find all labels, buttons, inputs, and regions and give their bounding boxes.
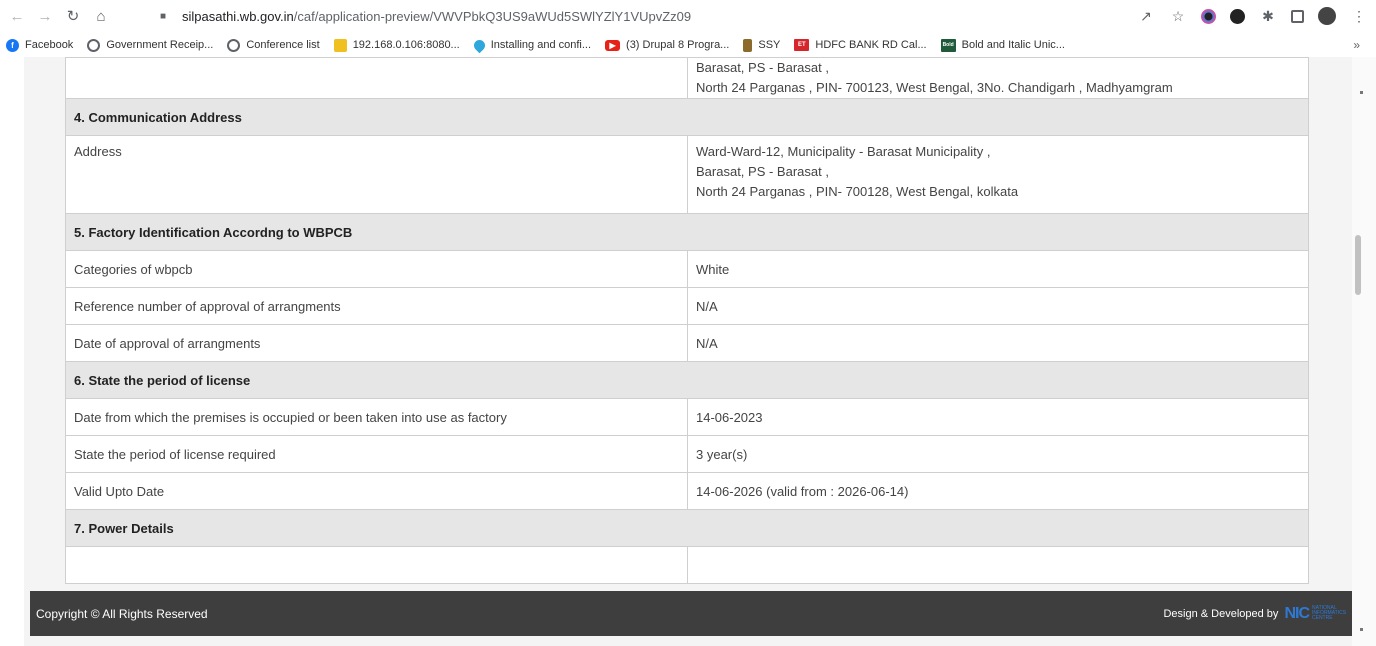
home-icon[interactable]: ⌂ bbox=[90, 5, 112, 27]
pma-icon bbox=[333, 38, 347, 52]
table-row: Valid Upto Date 14-06-2026 (valid from :… bbox=[65, 472, 1309, 510]
footer-credit: Design & Developed by NIC NATIONAL INFOR… bbox=[1163, 604, 1347, 623]
bookmark-hdfc[interactable]: ET HDFC BANK RD Cal... bbox=[794, 39, 927, 51]
browser-toolbar: ← → ↻ ⌂ ■ silpasathi.wb.gov.in/caf/appli… bbox=[0, 0, 1376, 32]
bookmark-label: (3) Drupal 8 Progra... bbox=[626, 39, 730, 51]
address-line: North 24 Parganas , PIN- 700128, West Be… bbox=[696, 184, 1019, 199]
table-row: Date from which the premises is occupied… bbox=[65, 398, 1309, 436]
table-cell-label bbox=[65, 546, 688, 584]
table-row: State the period of license required 3 y… bbox=[65, 435, 1309, 473]
table-cell-label: Date of approval of arrangments bbox=[65, 324, 688, 362]
scrollbar-thumb[interactable] bbox=[1355, 235, 1361, 295]
menu-icon[interactable]: ⋮ bbox=[1350, 7, 1368, 25]
table-cell-value: Barasat, PS - Barasat , North 24 Pargana… bbox=[687, 57, 1309, 99]
table-row: Categories of wbpcb White bbox=[65, 250, 1309, 288]
scroll-up-arrow-icon[interactable] bbox=[1360, 91, 1363, 94]
table-cell-label: Date from which the premises is occupied… bbox=[65, 398, 688, 436]
bookmark-conference-list[interactable]: Conference list bbox=[227, 38, 320, 52]
et-icon: ET bbox=[794, 39, 810, 51]
table-cell-label: State the period of license required bbox=[65, 435, 688, 473]
section-header-power-details: 7. Power Details bbox=[65, 509, 1309, 547]
back-icon[interactable]: ← bbox=[6, 5, 28, 27]
address-line: Barasat, PS - Barasat , bbox=[696, 60, 829, 75]
table-cell-value: Ward-Ward-12, Municipality - Barasat Mun… bbox=[687, 135, 1309, 214]
section-header-factory-identification: 5. Factory Identification Accordng to WB… bbox=[65, 213, 1309, 251]
table-row: Barasat, PS - Barasat , North 24 Pargana… bbox=[65, 57, 1309, 99]
scroll-down-arrow-icon[interactable] bbox=[1360, 628, 1363, 631]
nic-logo-mark: NIC bbox=[1284, 604, 1310, 622]
bold-text-icon: Bold bbox=[940, 38, 956, 52]
copyright-text: Copyright © All Rights Reserved bbox=[36, 606, 208, 621]
section-header-communication-address: 4. Communication Address bbox=[65, 98, 1309, 136]
facebook-icon: f bbox=[6, 38, 19, 52]
section-header-license-period: 6. State the period of license bbox=[65, 361, 1309, 399]
section-title: 7. Power Details bbox=[65, 509, 1309, 547]
reload-icon[interactable]: ↻ bbox=[62, 5, 84, 27]
drupal-icon bbox=[471, 37, 488, 53]
table-cell-label: Valid Upto Date bbox=[65, 472, 688, 510]
nic-logo[interactable]: NIC NATIONAL INFORMATICS CENTRE bbox=[1284, 604, 1347, 623]
bookmark-bold-italic[interactable]: Bold Bold and Italic Unic... bbox=[940, 38, 1065, 52]
table-cell-value: N/A bbox=[687, 324, 1309, 362]
puzzle-icon[interactable]: ✱ bbox=[1259, 7, 1277, 25]
table-cell-value bbox=[687, 546, 1309, 584]
table-cell-empty bbox=[65, 57, 688, 99]
table-row: Reference number of approval of arrangme… bbox=[65, 287, 1309, 325]
credit-text: Design & Developed by bbox=[1163, 607, 1279, 620]
scrollbar-track[interactable] bbox=[1352, 57, 1376, 646]
bookmark-label: SSY bbox=[758, 39, 781, 51]
section-title: 4. Communication Address bbox=[65, 98, 1309, 136]
bookmark-drupal-programming[interactable]: ▶ (3) Drupal 8 Progra... bbox=[605, 39, 729, 51]
bookmark-label: Facebook bbox=[25, 39, 74, 51]
url-host: silpasathi.wb.gov.in bbox=[182, 8, 294, 24]
emblem-icon bbox=[743, 38, 753, 52]
address-line: Barasat, PS - Barasat , bbox=[696, 164, 829, 179]
table-cell-label: Address bbox=[65, 135, 688, 214]
address-line: North 24 Parganas , PIN- 700123, West Be… bbox=[696, 80, 1173, 95]
table-cell-label: Categories of wbpcb bbox=[65, 250, 688, 288]
table-row: Date of approval of arrangments N/A bbox=[65, 324, 1309, 362]
section-title: 5. Factory Identification Accordng to WB… bbox=[65, 213, 1309, 251]
url-path: /caf/application-preview/VWVPbkQ3US9aWUd… bbox=[293, 8, 692, 24]
star-icon[interactable]: ☆ bbox=[1169, 7, 1187, 25]
bookmark-installing[interactable]: Installing and confi... bbox=[471, 37, 592, 53]
table-cell-value: N/A bbox=[687, 287, 1309, 325]
globe-icon bbox=[87, 38, 101, 52]
youtube-icon: ▶ bbox=[605, 39, 621, 51]
bookmark-local-server[interactable]: 192.168.0.106:8080... bbox=[333, 38, 460, 52]
bookmark-government-receipt[interactable]: Government Receip... bbox=[87, 38, 214, 52]
table-cell-value: 3 year(s) bbox=[687, 435, 1309, 473]
page-viewport: Barasat, PS - Barasat , North 24 Pargana… bbox=[0, 57, 1376, 646]
sidebar-icon[interactable] bbox=[1291, 9, 1304, 23]
application-details-table: Barasat, PS - Barasat , North 24 Pargana… bbox=[65, 57, 1309, 584]
forward-icon[interactable]: → bbox=[34, 5, 56, 27]
table-cell-label: Reference number of approval of arrangme… bbox=[65, 287, 688, 325]
bookmark-label: Bold and Italic Unic... bbox=[961, 39, 1065, 51]
table-cell-value: 14-06-2023 bbox=[687, 398, 1309, 436]
address-line: Ward-Ward-12, Municipality - Barasat Mun… bbox=[696, 144, 991, 159]
nic-logo-text: NATIONAL INFORMATICS CENTRE bbox=[1312, 605, 1347, 621]
table-cell-value: White bbox=[687, 250, 1309, 288]
lock-icon[interactable]: ■ bbox=[160, 11, 174, 22]
bookmark-ssy[interactable]: SSY bbox=[743, 38, 781, 52]
bookmarks-bar: f Facebook Government Receip... Conferenc… bbox=[0, 33, 1376, 57]
toolbar-actions: ↗ ☆ ✱ ⋮ bbox=[1137, 4, 1368, 28]
table-row bbox=[65, 546, 1309, 584]
extension-dark-icon[interactable] bbox=[1230, 8, 1245, 24]
more-bookmarks-icon[interactable]: » bbox=[1353, 38, 1360, 52]
page-footer: Copyright © All Rights Reserved Design &… bbox=[30, 591, 1352, 636]
extension-icon[interactable] bbox=[1201, 8, 1216, 24]
table-row: Address Ward-Ward-12, Municipality - Bar… bbox=[65, 135, 1309, 214]
bookmark-label: Installing and confi... bbox=[490, 39, 592, 51]
profile-avatar[interactable] bbox=[1318, 7, 1336, 25]
table-cell-value: 14-06-2026 (valid from : 2026-06-14) bbox=[687, 472, 1309, 510]
bookmark-facebook[interactable]: f Facebook bbox=[6, 38, 74, 52]
bookmark-label: 192.168.0.106:8080... bbox=[352, 39, 460, 51]
section-title: 6. State the period of license bbox=[65, 361, 1309, 399]
bookmark-label: HDFC BANK RD Cal... bbox=[815, 39, 927, 51]
globe-icon bbox=[227, 38, 241, 52]
share-icon[interactable]: ↗ bbox=[1137, 7, 1155, 25]
bookmark-label: Conference list bbox=[246, 39, 320, 51]
bookmark-label: Government Receip... bbox=[106, 39, 214, 51]
